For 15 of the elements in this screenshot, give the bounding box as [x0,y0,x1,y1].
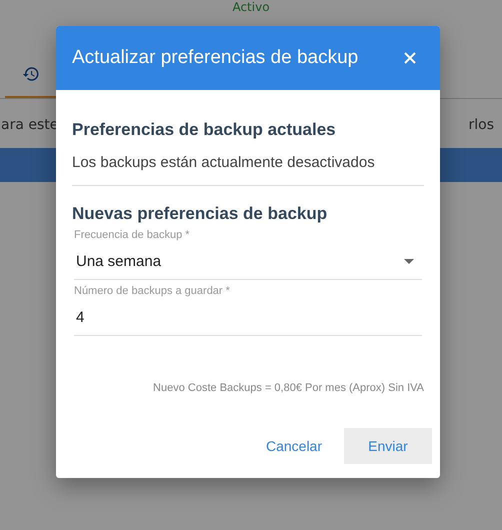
status-text: Activo [231,0,271,14]
status-text: Los backups están actualmente desactivados [72,154,376,173]
history-icon [22,65,40,83]
field-label: Número de backups a guardar * [74,285,231,297]
frequency-select[interactable]: Una semana [74,241,422,280]
dialog-title: Actualizar preferencias de backup [72,47,358,69]
close-icon [404,52,416,64]
field-label: Frecuencia de backup * [74,229,191,241]
cost-text: Nuevo Coste Backups = 0,80€ Por mes (Aprox) Sin IVA [152,382,424,394]
cancel-button[interactable]: Cancelar [264,428,324,464]
section-heading: Nuevas preferencias de backup [72,204,328,224]
body-text: rlos [468,117,494,135]
section-heading: Preferencias de backup actuales [72,120,337,140]
input-field[interactable]: 4 [74,297,422,336]
dropdown-caret-icon [404,259,414,264]
